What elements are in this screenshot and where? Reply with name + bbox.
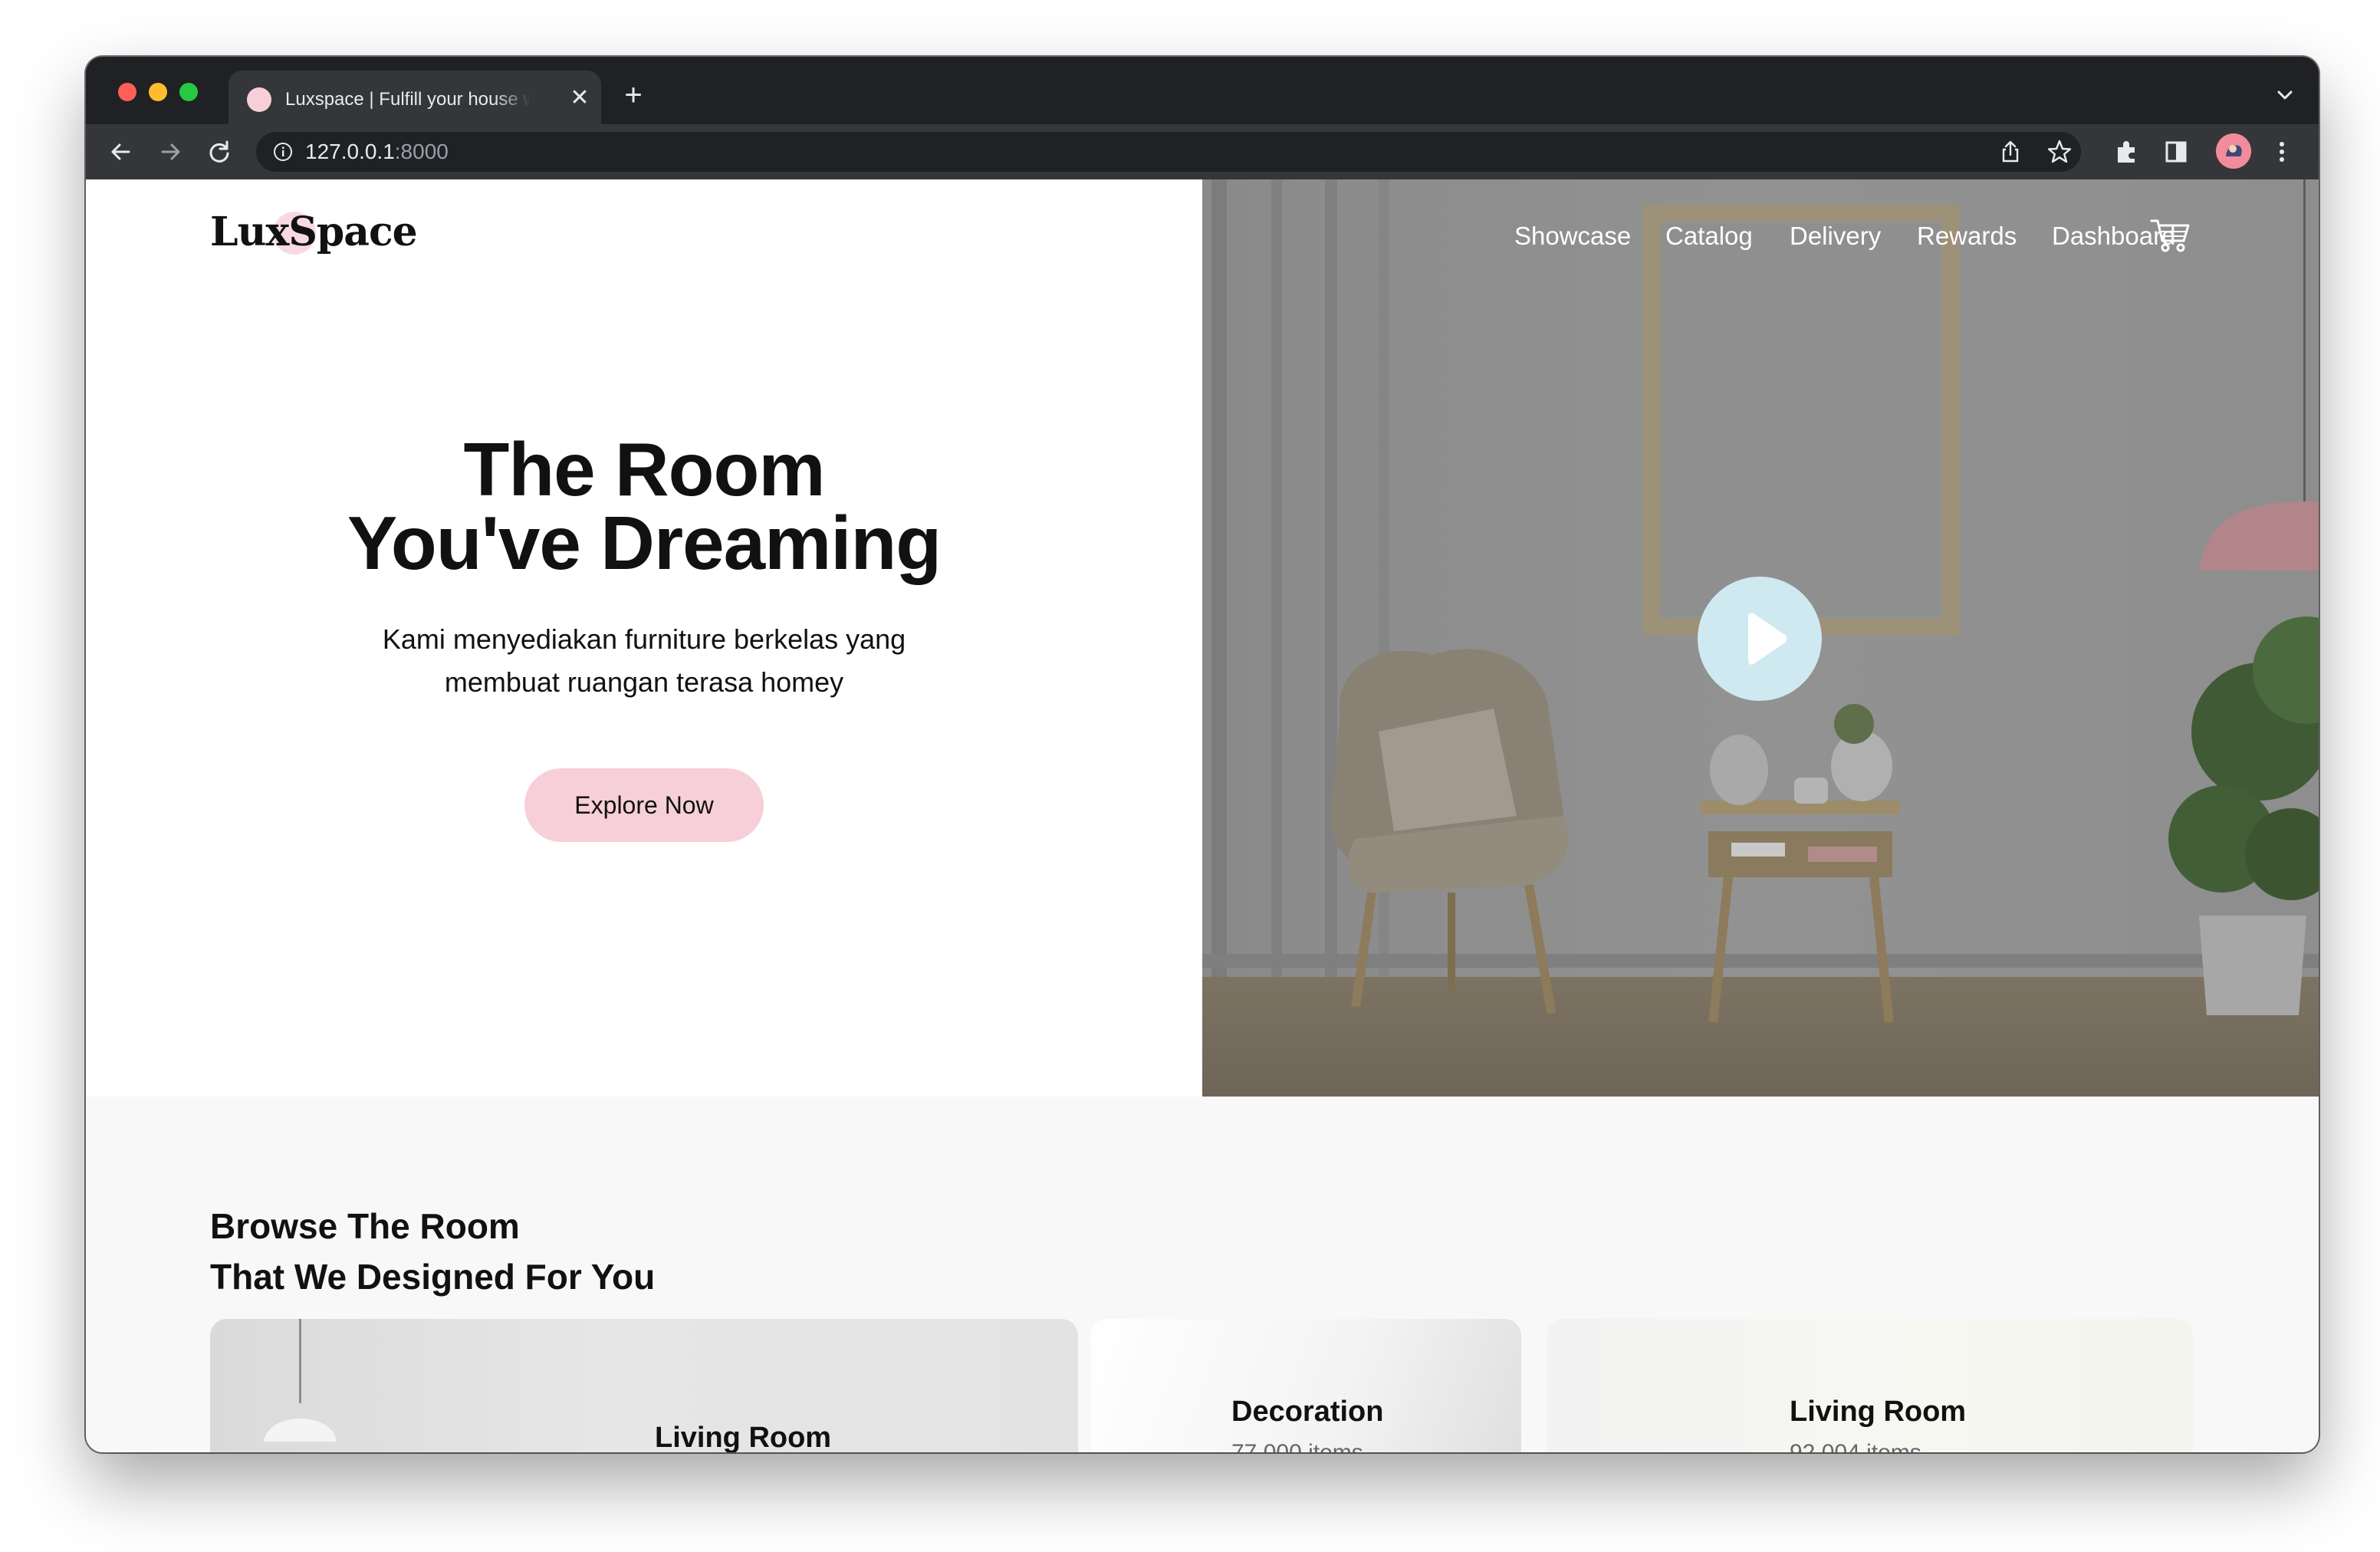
site-logo[interactable]: LuxSpace — [210, 209, 418, 255]
minimize-window-button[interactable] — [149, 83, 167, 101]
avatar-icon — [2216, 133, 2251, 169]
pendant-lamp-image — [264, 1319, 337, 1442]
hero-subtitle-line: Kami menyediakan furniture berkelas yang — [382, 623, 906, 655]
hero-title-line: You've Dreaming — [347, 501, 942, 585]
hero-subtitle-line: membuat ruangan terasa homey — [444, 666, 844, 698]
chevron-down-icon[interactable] — [2273, 83, 2297, 107]
new-tab-button[interactable]: + — [618, 80, 649, 110]
close-tab-icon[interactable]: ✕ — [566, 84, 593, 112]
star-icon[interactable] — [2046, 138, 2073, 166]
nav-catalog[interactable]: Catalog — [1665, 219, 1753, 253]
browse-title: Browse The Room That We Designed For You — [210, 1201, 655, 1302]
play-icon — [1748, 613, 1787, 665]
kebab-menu-icon[interactable] — [2265, 135, 2299, 169]
hero-image: Showcase Catalog Delivery Rewards Dashbo… — [1202, 179, 2319, 1097]
card-label: Living Room — [1790, 1396, 1967, 1428]
hero-title: The Room You've Dreaming — [86, 432, 1202, 580]
browse-section: Browse The Room That We Designed For You… — [86, 1097, 2319, 1452]
room-card-decoration[interactable]: Decoration 77.000 items — [1090, 1319, 1521, 1452]
info-icon[interactable] — [273, 142, 293, 162]
tab-strip: Luxspace | Fulfill your house with beaut… — [86, 57, 2319, 124]
hero-left: LuxSpace The Room You've Dreaming Kami m… — [86, 179, 1202, 1097]
nav-showcase[interactable]: Showcase — [1514, 219, 1631, 253]
card-meta: 77.000 items — [1231, 1440, 1363, 1452]
back-icon[interactable] — [104, 135, 138, 169]
hero-subtitle: Kami menyediakan furniture berkelas yang… — [86, 618, 1202, 704]
cart-icon[interactable] — [2148, 213, 2191, 256]
maximize-window-button[interactable] — [179, 83, 198, 101]
browse-title-line: That We Designed For You — [210, 1257, 656, 1297]
tab-title: Luxspace | Fulfill your house with beaut… — [285, 89, 531, 110]
forward-icon[interactable] — [153, 135, 187, 169]
room-card-living-2[interactable]: Living Room 92.004 items — [1547, 1319, 2193, 1452]
close-window-button[interactable] — [118, 83, 136, 101]
active-tab[interactable]: Luxspace | Fulfill your house with beaut… — [228, 71, 601, 124]
browser-window: Luxspace | Fulfill your house with beaut… — [86, 57, 2319, 1452]
explore-now-button[interactable]: Explore Now — [524, 768, 764, 842]
nav-rewards[interactable]: Rewards — [1917, 219, 2017, 253]
favicon-icon — [247, 87, 271, 112]
share-icon[interactable] — [1997, 138, 2024, 166]
play-video-button[interactable] — [1698, 577, 1822, 701]
nav-delivery[interactable]: Delivery — [1790, 219, 1881, 253]
address-bar[interactable]: 127.0.0.1:8000 — [256, 132, 2081, 172]
browse-title-line: Browse The Room — [210, 1206, 520, 1246]
room-card-living[interactable]: Living Room — [210, 1319, 1078, 1452]
card-label: Decoration — [1231, 1396, 1384, 1428]
card-meta: 92.004 items — [1790, 1440, 1921, 1452]
hero-title-line: The Room — [463, 427, 825, 511]
url-host: 127.0.0.1 — [305, 140, 395, 163]
url-text[interactable]: 127.0.0.1:8000 — [305, 138, 449, 166]
page-viewport: LuxSpace The Room You've Dreaming Kami m… — [86, 179, 2319, 1452]
avatar[interactable] — [2216, 133, 2251, 169]
extensions-icon[interactable] — [2110, 135, 2144, 169]
browser-toolbar: 127.0.0.1:8000 — [86, 124, 2319, 179]
sidepanel-icon[interactable] — [2159, 135, 2193, 169]
reload-icon[interactable] — [202, 135, 236, 169]
url-port: :8000 — [394, 140, 449, 163]
card-label: Living Room — [655, 1422, 832, 1452]
